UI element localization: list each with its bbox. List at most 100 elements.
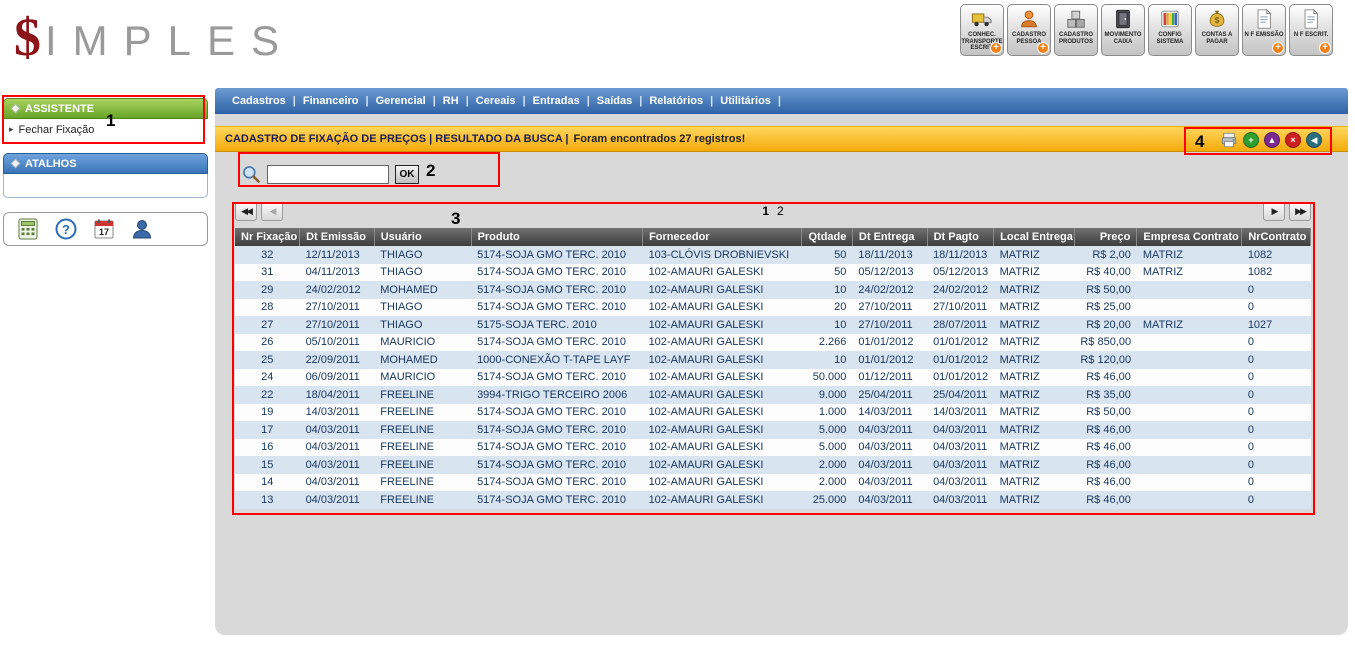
cell-qtdade: 9.000	[802, 386, 852, 404]
cell-empresa-contrato	[1137, 439, 1242, 457]
column-header-preco[interactable]: Preço	[1074, 228, 1137, 246]
toolbar-button-label: N F ESCRIT.	[1293, 32, 1329, 39]
cell-local-entrega: MATRIZ	[994, 299, 1075, 317]
cell-preco: R$ 40,00	[1074, 264, 1137, 282]
cell-empresa-contrato	[1137, 334, 1242, 352]
previous-page-button[interactable]: ◀	[261, 202, 283, 221]
toolbar-button-n-f-emissao[interactable]: N F EMISSÃO+	[1242, 4, 1286, 56]
column-header-usuario[interactable]: Usuário	[374, 228, 471, 246]
column-header-nrcontrato[interactable]: NrContrato	[1242, 228, 1311, 246]
calendar-icon[interactable]: 17	[92, 217, 116, 241]
last-page-button[interactable]: ▶▶	[1289, 202, 1311, 221]
menu-item-cadastros[interactable]: Cadastros	[225, 95, 293, 107]
cell-dt-entrega: 04/03/2011	[852, 474, 927, 492]
first-page-button[interactable]: ◀◀	[235, 202, 257, 221]
column-header-local-entrega[interactable]: Local Entrega	[994, 228, 1075, 246]
up-icon[interactable]: ▲	[1264, 132, 1280, 148]
user-icon[interactable]	[130, 217, 154, 241]
cell-dt-entrega: 14/03/2011	[852, 404, 927, 422]
cell-dt-pagto: 18/11/2013	[927, 246, 994, 264]
table-row[interactable]: 3104/11/2013THIAGO5174-SOJA GMO TERC. 20…	[235, 264, 1311, 282]
menu-item-utilitarios[interactable]: Utilitários	[713, 95, 778, 107]
toolbar-button-label: CADASTRO PRODUTOS	[1055, 32, 1097, 45]
menu-item-entradas[interactable]: Entradas	[526, 95, 587, 107]
add-icon[interactable]: +	[1243, 132, 1259, 148]
next-page-button[interactable]: ▶	[1263, 202, 1285, 221]
toolbar-button-n-f-escrit[interactable]: N F ESCRIT.+	[1289, 4, 1333, 56]
table-row[interactable]: 2827/10/2011THIAGO5174-SOJA GMO TERC. 20…	[235, 299, 1311, 317]
cell-qtdade: 10	[802, 351, 852, 369]
cell-dt-entrega: 27/10/2011	[852, 316, 927, 334]
cell-local-entrega: MATRIZ	[994, 246, 1075, 264]
column-header-empresa-contrato[interactable]: Empresa Contrato	[1137, 228, 1242, 246]
help-icon[interactable]: ?	[54, 217, 78, 241]
menu-item-rh[interactable]: RH	[436, 95, 466, 107]
toolbar-button-conhec-transporte-escrit[interactable]: CONHEC. TRANSPORTE ESCRIT.+	[960, 4, 1004, 56]
cell-dt-emissao: 04/03/2011	[300, 456, 375, 474]
pagination-bar: ◀◀ ◀ 12 ▶ ▶▶	[235, 200, 1311, 222]
cell-usuario: MAURICIO	[374, 369, 471, 387]
cell-dt-entrega: 01/12/2011	[852, 369, 927, 387]
column-header-dt-entrega[interactable]: Dt Entrega	[852, 228, 927, 246]
column-header-fornecedor[interactable]: Fornecedor	[643, 228, 802, 246]
cell-dt-pagto: 04/03/2011	[927, 439, 994, 457]
cell-dt-emissao: 27/10/2011	[300, 316, 375, 334]
printer-icon[interactable]	[1220, 131, 1238, 149]
table-row[interactable]: 2406/09/2011MAURICIO5174-SOJA GMO TERC. …	[235, 369, 1311, 387]
cell-produto: 5174-SOJA GMO TERC. 2010	[471, 491, 643, 509]
sidebar-item-fechar-fixacao[interactable]: ▸ Fechar Fixação	[3, 119, 208, 140]
table-row[interactable]: 2924/02/2012MOHAMED5174-SOJA GMO TERC. 2…	[235, 281, 1311, 299]
page-number-2[interactable]: 2	[777, 204, 784, 218]
table-row[interactable]: 1404/03/2011FREELINE5174-SOJA GMO TERC. …	[235, 474, 1311, 492]
toolbar-button-movimento-caixa[interactable]: MOVIMENTO CAIXA	[1101, 4, 1145, 56]
search-ok-button[interactable]: OK	[395, 165, 419, 184]
menu-item-cereais[interactable]: Cereais	[469, 95, 523, 107]
table-row[interactable]: 2522/09/2011MOHAMED1000-CONEXÃO T-TAPE L…	[235, 351, 1311, 369]
cell-dt-pagto: 25/04/2011	[927, 386, 994, 404]
column-header-qtdade[interactable]: Qtdade	[802, 228, 852, 246]
column-header-nr-fixacao[interactable]: Nr Fixação	[235, 228, 300, 246]
cell-nr-fixacao: 14	[235, 474, 300, 492]
toolbar-button-contas-a-pagar[interactable]: $CONTAS A PAGAR	[1195, 4, 1239, 56]
menu-item-financeiro[interactable]: Financeiro	[296, 95, 366, 107]
column-header-dt-pagto[interactable]: Dt Pagto	[927, 228, 994, 246]
cell-dt-entrega: 04/03/2011	[852, 439, 927, 457]
back-icon[interactable]: ◀	[1306, 132, 1322, 148]
menu-item-relatorios[interactable]: Relatórios	[642, 95, 710, 107]
cell-dt-entrega: 04/03/2011	[852, 421, 927, 439]
table-row[interactable]: 1914/03/2011FREELINE5174-SOJA GMO TERC. …	[235, 404, 1311, 422]
menu-item-saidas[interactable]: Saídas	[590, 95, 639, 107]
table-row[interactable]: 2218/04/2011FREELINE3994-TRIGO TERCEIRO …	[235, 386, 1311, 404]
table-row[interactable]: 1304/03/2011FREELINE5174-SOJA GMO TERC. …	[235, 491, 1311, 509]
cell-dt-emissao: 12/11/2013	[300, 246, 375, 264]
column-header-dt-emissao[interactable]: Dt Emissão	[300, 228, 375, 246]
app-logo: $ IMPLES	[14, 10, 295, 64]
cell-qtdade: 10	[802, 316, 852, 334]
table-row[interactable]: 1504/03/2011FREELINE5174-SOJA GMO TERC. …	[235, 456, 1311, 474]
table-row[interactable]: 3212/11/2013THIAGO5174-SOJA GMO TERC. 20…	[235, 246, 1311, 264]
search-input[interactable]	[267, 165, 389, 184]
delete-icon[interactable]: ×	[1285, 132, 1301, 148]
table-row[interactable]: 2727/10/2011THIAGO5175-SOJA TERC. 201010…	[235, 316, 1311, 334]
table-row[interactable]: 1704/03/2011FREELINE5174-SOJA GMO TERC. …	[235, 421, 1311, 439]
toolbar-button-cadastro-produtos[interactable]: CADASTRO PRODUTOS	[1054, 4, 1098, 56]
toolbar-button-cadastro-pessoa[interactable]: CADASTRO PESSOA+	[1007, 4, 1051, 56]
cell-usuario: THIAGO	[374, 316, 471, 334]
cell-nr-fixacao: 22	[235, 386, 300, 404]
page-number-1[interactable]: 1	[762, 204, 769, 218]
cell-local-entrega: MATRIZ	[994, 281, 1075, 299]
result-count-message: Foram encontrados 27 registros!	[574, 133, 746, 145]
table-row[interactable]: 1604/03/2011FREELINE5174-SOJA GMO TERC. …	[235, 439, 1311, 457]
calc-icon[interactable]	[16, 217, 40, 241]
cell-nr-fixacao: 16	[235, 439, 300, 457]
menu-item-gerencial[interactable]: Gerencial	[369, 95, 433, 107]
cell-produto: 5174-SOJA GMO TERC. 2010	[471, 246, 643, 264]
column-header-produto[interactable]: Produto	[471, 228, 643, 246]
cell-empresa-contrato	[1137, 456, 1242, 474]
table-row[interactable]: 2605/10/2011MAURICIO5174-SOJA GMO TERC. …	[235, 334, 1311, 352]
cell-empresa-contrato: MATRIZ	[1137, 264, 1242, 282]
cell-fornecedor: 102-AMAURI GALESKI	[643, 439, 802, 457]
toolbar-button-config-sistema[interactable]: CONFIG SISTEMA	[1148, 4, 1192, 56]
cell-dt-entrega: 01/01/2012	[852, 351, 927, 369]
cell-local-entrega: MATRIZ	[994, 351, 1075, 369]
